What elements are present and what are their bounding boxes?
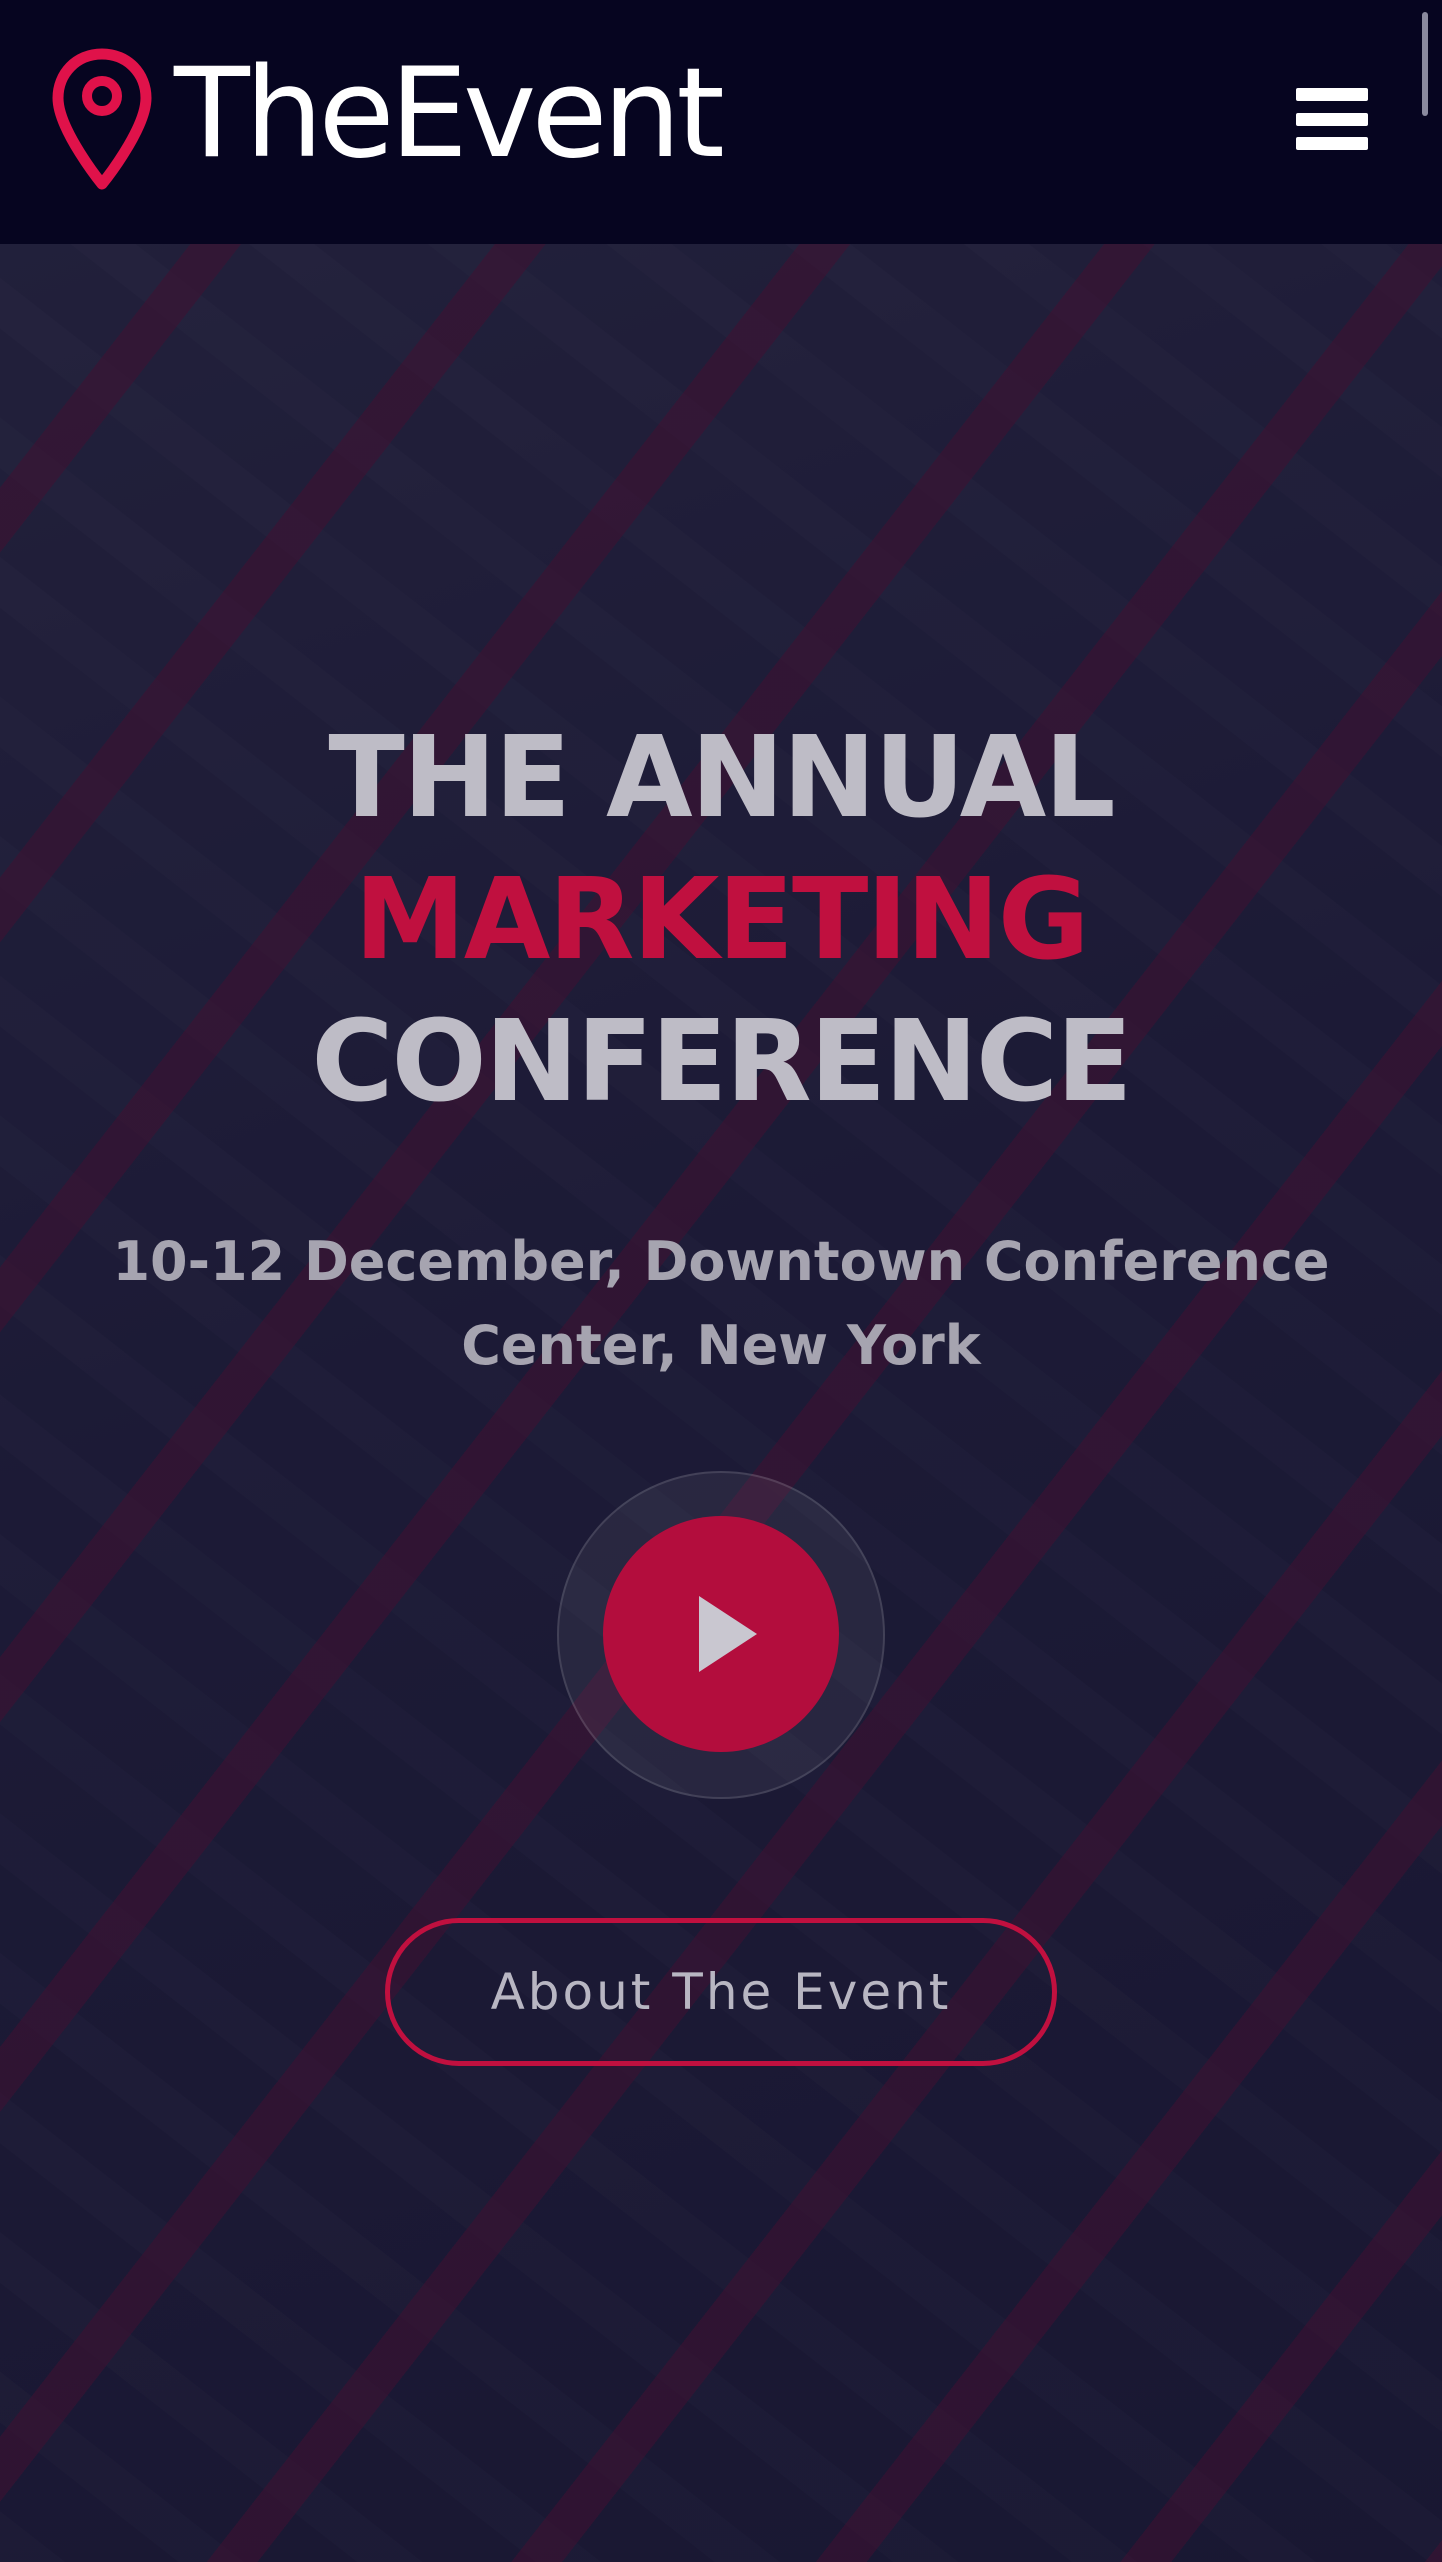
headline-line-1: THE ANNUAL xyxy=(328,713,1115,843)
event-date-location: 10-12 December, Downtown Conference Cent… xyxy=(112,1230,1330,1377)
play-video-button[interactable] xyxy=(603,1516,839,1752)
play-icon xyxy=(699,1596,757,1672)
headline-line-3: CONFERENCE xyxy=(311,997,1132,1127)
hero-content: THE ANNUAL MARKETING CONFERENCE 10-12 De… xyxy=(0,244,1442,2562)
logo[interactable]: TheEvent xyxy=(50,42,725,196)
about-the-event-button[interactable]: About The Event xyxy=(385,1918,1057,2066)
site-header: TheEvent xyxy=(0,0,1442,244)
menu-bar xyxy=(1296,112,1368,126)
menu-bar xyxy=(1296,137,1368,150)
hero-section: THE ANNUAL MARKETING CONFERENCE 10-12 De… xyxy=(0,244,1442,2562)
scrollbar[interactable] xyxy=(1422,12,1428,116)
logo-text: TheEvent xyxy=(174,42,725,186)
menu-bar xyxy=(1296,88,1368,101)
hamburger-menu-icon[interactable] xyxy=(1296,88,1368,150)
map-pin-icon xyxy=(52,48,152,190)
headline-line-2: MARKETING xyxy=(354,855,1089,985)
